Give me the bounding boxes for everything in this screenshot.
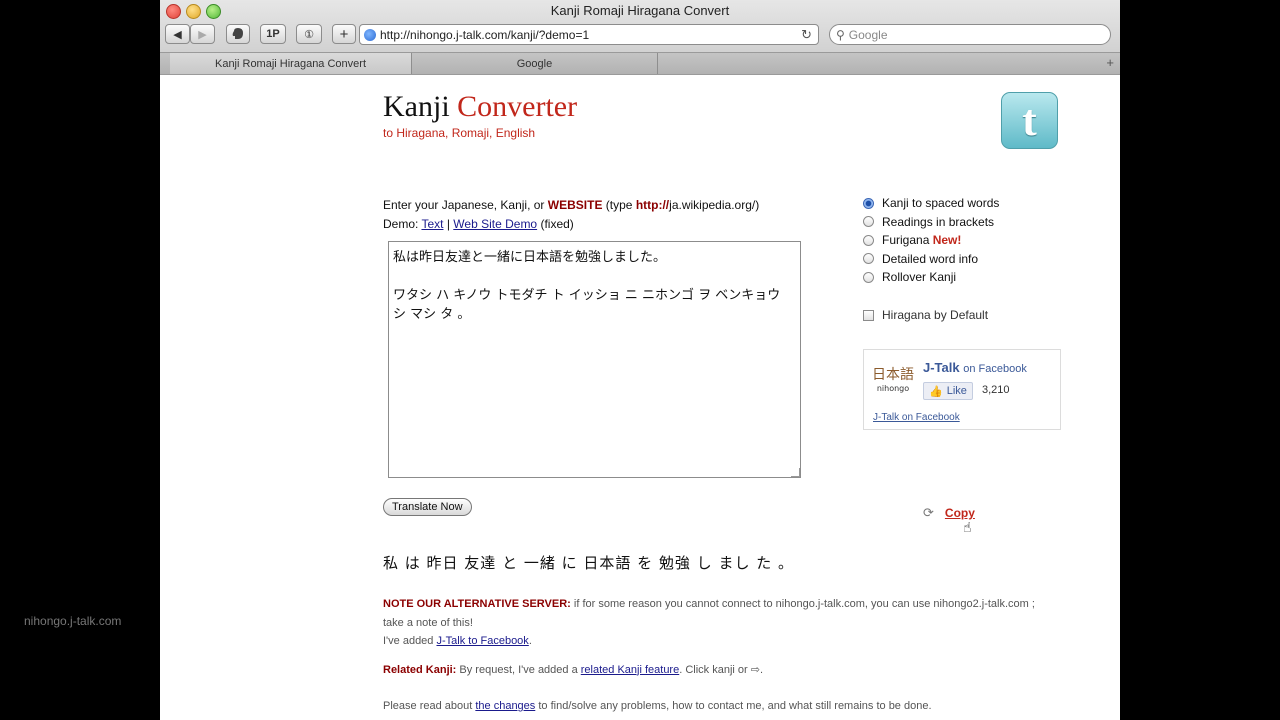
conversion-result: 私 は 昨日 友達 と 一緒 に 日本語 を 勉強 し まし た 。 (383, 554, 794, 572)
changes-link[interactable]: the changes (475, 700, 535, 712)
intro-example: ja.wikipedia.org/) (669, 198, 760, 212)
translate-button[interactable]: Translate Now (383, 498, 472, 516)
copy-link[interactable]: Copy (945, 506, 975, 520)
radio[interactable] (863, 253, 874, 265)
info-button[interactable]: ① (296, 24, 322, 44)
plus-icon: + (339, 25, 349, 43)
intro-type: (type (605, 198, 633, 212)
refresh-icon[interactable]: ⟳ (923, 505, 934, 521)
page-content: Kanji Converter to Hiragana, Romaji, Eng… (160, 74, 1120, 720)
resize-handle-icon[interactable] (791, 468, 800, 477)
changes-suffix: to find/solve any problems, how to conta… (535, 700, 932, 712)
tab-label: Kanji Romaji Hiragana Convert (214, 57, 366, 70)
tab-kanji-convert[interactable]: Kanji Romaji Hiragana Convert (170, 53, 412, 74)
browser-window: Kanji Romaji Hiragana Convert ◀ ▶ 1P ① +… (160, 0, 1120, 720)
changes-prefix: Please read about (383, 700, 476, 712)
intro-text: Enter your Japanese, Kanji, or WEBSITE (… (383, 196, 759, 234)
option-label: Detailed word info (882, 251, 979, 266)
demo-website-link[interactable]: Web Site Demo (453, 217, 537, 231)
related-prefix: By request, I've added a (456, 663, 581, 676)
new-badge: New! (932, 233, 962, 248)
logo-main-text: Kanji (383, 90, 450, 123)
tab-google[interactable]: Google (412, 53, 658, 74)
add-bookmark-button[interactable]: + (332, 24, 356, 44)
onepassword-button[interactable]: 1P (260, 24, 286, 44)
option-label: Furigana (882, 233, 930, 248)
nihongo-logo-sub: nihongo (876, 384, 910, 393)
tab-label: Google (516, 57, 553, 70)
thumbs-up-icon: 👍 (929, 385, 943, 398)
forward-button[interactable]: ▶ (190, 24, 215, 44)
hiragana-default-option[interactable]: Hiragana by Default (863, 308, 988, 322)
radio[interactable] (863, 216, 874, 228)
tab-bar: Kanji Romaji Hiragana Convert Google + (160, 52, 1120, 74)
hand-cursor-icon: ☝ (963, 519, 972, 535)
search-icon: ⚲ (836, 27, 845, 42)
demo-label: Demo: (383, 217, 419, 231)
like-label: Like (946, 385, 967, 397)
facebook-on-text: on Facebook (963, 363, 1027, 375)
site-tagline: to Hiragana, Romaji, English (383, 126, 536, 140)
option-kanji-spaced[interactable]: Kanji to spaced words (863, 194, 999, 213)
info-icon: ① (304, 28, 314, 41)
output-mode-options: Kanji to spaced words Readings in bracke… (863, 194, 999, 287)
twitter-icon[interactable]: t (1001, 92, 1058, 149)
facebook-page-link[interactable]: J-Talk on Facebook (873, 412, 960, 423)
forward-icon: ▶ (198, 28, 207, 41)
url-text: http://nihongo.j-talk.com/kanji/?demo=1 (380, 27, 590, 42)
like-count: 3,210 (982, 384, 1010, 396)
option-detailed-word[interactable]: Detailed word info (863, 250, 999, 269)
back-button[interactable]: ◀ (165, 24, 190, 44)
site-watermark: nihongo.j-talk.com (24, 614, 122, 628)
option-label: Kanji to spaced words (882, 196, 1000, 211)
hiragana-default-checkbox[interactable] (863, 309, 874, 321)
onepassword-label: 1P (266, 28, 280, 40)
intro-website: WEBSITE (547, 198, 603, 212)
facebook-like-button[interactable]: 👍 Like (923, 382, 973, 400)
radio-selected[interactable] (863, 197, 874, 209)
related-label: Related Kanji: (383, 663, 457, 676)
demo-separator: | (446, 217, 450, 231)
related-suffix: . Click kanji or ⇨. (679, 663, 764, 676)
intro-http: http:// (635, 198, 670, 212)
address-bar[interactable]: http://nihongo.j-talk.com/kanji/?demo=1 … (359, 24, 819, 45)
radio[interactable] (863, 271, 874, 283)
new-tab-icon[interactable]: + (1106, 55, 1114, 70)
option-readings-brackets[interactable]: Readings in brackets (863, 213, 999, 232)
japanese-input[interactable]: 私は昨日友達と一緒に日本語を勉強しました。 ワタシ ハ キノウ トモダチ ト イ… (388, 241, 801, 478)
facebook-page-name[interactable]: J-Talk on Facebook (923, 360, 1027, 375)
facebook-name-text: J-Talk (923, 360, 960, 375)
jtalk-facebook-link[interactable]: J-Talk to Facebook (436, 635, 528, 647)
intro-prefix: Enter your Japanese, Kanji, or (383, 198, 545, 212)
demo-fixed: (fixed) (540, 217, 574, 231)
elephant-icon (232, 28, 243, 39)
notice-text-2: take a note of this! (383, 616, 473, 629)
fb-added-suffix: . (528, 635, 532, 647)
site-news: NOTE OUR ALTERNATIVE SERVER: if for some… (383, 595, 1103, 716)
back-icon: ◀ (173, 28, 182, 41)
related-kanji-link[interactable]: related Kanji feature (581, 664, 679, 676)
reload-icon[interactable]: ↻ (801, 27, 812, 43)
fb-added-prefix: I've added (383, 635, 437, 647)
notice-text: if for some reason you cannot connect to… (570, 598, 1035, 610)
option-label: Rollover Kanji (882, 270, 957, 285)
notice-label: NOTE OUR ALTERNATIVE SERVER: (383, 598, 571, 610)
window-title: Kanji Romaji Hiragana Convert (550, 3, 730, 18)
logo-accent-text: Converter (457, 90, 578, 123)
search-placeholder: Google (848, 27, 888, 42)
option-label: Readings in brackets (882, 214, 995, 229)
nihongo-logo: 日本語 nihongo (872, 364, 914, 396)
radio[interactable] (863, 234, 874, 246)
demo-text-link[interactable]: Text (421, 217, 443, 231)
option-furigana[interactable]: Furigana New! (863, 231, 999, 250)
evernote-button[interactable] (226, 24, 250, 44)
site-logo[interactable]: Kanji Converter (383, 90, 577, 124)
title-bar: Kanji Romaji Hiragana Convert ◀ ▶ 1P ① +… (160, 0, 1120, 75)
nihongo-logo-text: 日本語 (872, 367, 914, 383)
hiragana-default-label: Hiragana by Default (882, 308, 989, 322)
option-rollover-kanji[interactable]: Rollover Kanji (863, 268, 999, 287)
search-field[interactable]: ⚲ Google (829, 24, 1111, 45)
globe-icon (364, 28, 376, 41)
facebook-like-box: 日本語 nihongo J-Talk on Facebook 👍 Like 3,21… (863, 349, 1061, 430)
